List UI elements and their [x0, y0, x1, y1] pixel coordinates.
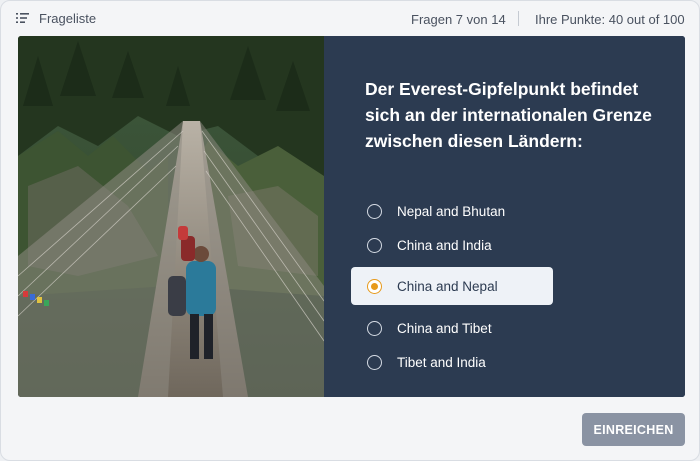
radio-dot	[371, 282, 378, 290]
radio-button[interactable]	[367, 237, 382, 253]
score-display: Ihre Punkte: 40 out of 100	[535, 12, 685, 27]
question-list-button[interactable]: Frageliste	[15, 10, 96, 26]
radio-button[interactable]	[367, 203, 382, 219]
question-card: Der Everest-Gipfelpunkt befindet sich an…	[18, 36, 685, 397]
question-progress: Fragen 7 von 14	[411, 12, 506, 27]
list-icon	[16, 13, 29, 23]
divider	[518, 11, 519, 26]
option-label: China and Nepal	[397, 278, 498, 294]
option-label: China and Tibet	[397, 320, 492, 336]
question-list-label: Frageliste	[39, 10, 97, 26]
radio-button[interactable]	[367, 320, 382, 336]
option-label: China and India	[397, 237, 492, 253]
option-label: Nepal and Bhutan	[397, 203, 506, 219]
option-label: Tibet and India	[397, 354, 486, 370]
quiz-window: Frageliste Fragen 7 von 14 Ihre Punkte: …	[0, 0, 700, 461]
question-text: Der Everest-Gipfelpunkt befindet sich an…	[365, 79, 652, 151]
radio-button[interactable]	[367, 354, 382, 370]
submit-button[interactable]: EINREICHEN	[582, 413, 685, 446]
question-panel: Der Everest-Gipfelpunkt befindet sich an…	[324, 36, 685, 397]
radio-button-selected[interactable]	[367, 278, 382, 294]
top-bar: Frageliste Fragen 7 von 14 Ihre Punkte: …	[1, 1, 699, 37]
answer-option-3[interactable]: China and Nepal	[351, 267, 553, 305]
answer-option-5[interactable]: Tibet and India	[351, 343, 553, 381]
answer-option-1[interactable]: Nepal and Bhutan	[351, 192, 553, 230]
answer-option-2[interactable]: China and India	[351, 226, 553, 264]
answer-option-4[interactable]: China and Tibet	[351, 309, 553, 347]
suspension-bridge-photo	[18, 36, 324, 397]
